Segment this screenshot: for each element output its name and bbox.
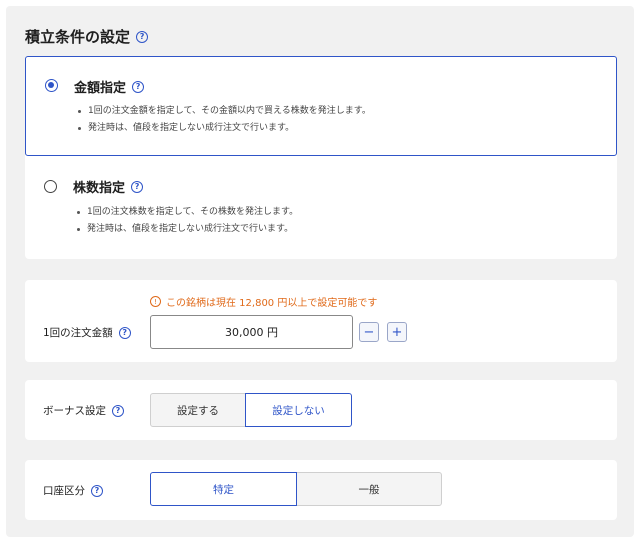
- bonus-toggle: 設定する 設定しない: [150, 393, 352, 427]
- plus-button[interactable]: +: [387, 322, 407, 342]
- radio-shares[interactable]: [44, 180, 57, 193]
- account-toggle: 特定 一般: [150, 472, 442, 506]
- help-icon[interactable]: ?: [131, 180, 144, 193]
- page-title: 積立条件の設定 ?: [25, 26, 149, 47]
- bonus-card: ボーナス設定 ? 設定する 設定しない: [25, 380, 617, 440]
- account-tokutei-button[interactable]: 特定: [150, 472, 297, 506]
- minus-button[interactable]: −: [359, 322, 379, 342]
- amount-card: ! この銘柄は現在 12,800 円以上で設定可能です 1回の注文金額 ? 30…: [25, 280, 617, 362]
- bonus-on-button[interactable]: 設定する: [150, 393, 246, 427]
- help-icon[interactable]: ?: [118, 326, 131, 339]
- option-amount-notes: 1回の注文金額を指定して、その金額以内で買える株数を発注します。 発注時は、値段…: [78, 103, 371, 137]
- help-icon[interactable]: ?: [132, 80, 145, 93]
- account-card: 口座区分 ? 特定 一般: [25, 460, 617, 520]
- list-item: 発注時は、値段を指定しない成行注文で行います。: [77, 221, 298, 238]
- radio-amount[interactable]: [45, 79, 58, 92]
- account-ippan-button[interactable]: 一般: [296, 472, 442, 506]
- help-icon[interactable]: ?: [91, 484, 103, 497]
- option-shares[interactable]: 株数指定 ? 1回の注文株数を指定して、その株数を発注します。 発注時は、値段を…: [25, 155, 617, 259]
- bonus-off-button[interactable]: 設定しない: [245, 393, 352, 427]
- bonus-label: ボーナス設定 ?: [43, 403, 124, 418]
- help-icon[interactable]: ?: [112, 404, 124, 417]
- option-shares-notes: 1回の注文株数を指定して、その株数を発注します。 発注時は、値段を指定しない成行…: [77, 204, 298, 238]
- list-item: 1回の注文金額を指定して、その金額以内で買える株数を発注します。: [78, 103, 371, 120]
- amount-label: 1回の注文金額 ?: [43, 325, 131, 340]
- option-amount-title: 金額指定 ?: [74, 77, 145, 96]
- help-icon[interactable]: ?: [136, 30, 149, 43]
- amount-input[interactable]: 30,000 円: [150, 315, 353, 349]
- amount-notice: ! この銘柄は現在 12,800 円以上で設定可能です: [150, 294, 377, 309]
- list-item: 発注時は、値段を指定しない成行注文で行います。: [78, 120, 371, 137]
- option-shares-title: 株数指定 ?: [73, 177, 144, 196]
- account-label: 口座区分 ?: [43, 483, 103, 498]
- info-icon: !: [150, 296, 161, 307]
- option-amount[interactable]: 金額指定 ? 1回の注文金額を指定して、その金額以内で買える株数を発注します。 …: [25, 56, 617, 156]
- list-item: 1回の注文株数を指定して、その株数を発注します。: [77, 204, 298, 221]
